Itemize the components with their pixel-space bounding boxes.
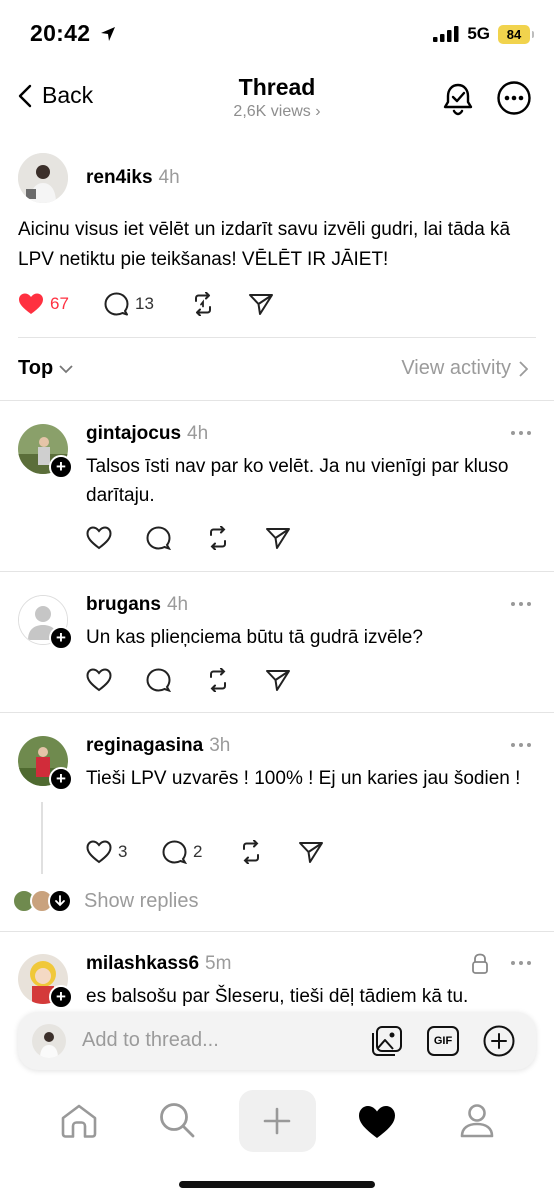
chevron-right-icon xyxy=(519,360,528,377)
reply-author[interactable]: milashkass6 5m xyxy=(86,953,231,975)
heart-icon xyxy=(86,840,112,864)
post-author[interactable]: ren4iks 4h xyxy=(86,167,180,189)
post-author-avatar[interactable] xyxy=(18,153,68,203)
chevron-down-icon xyxy=(59,364,73,373)
like-count: 67 xyxy=(50,294,69,313)
follow-plus-icon[interactable]: + xyxy=(49,767,73,791)
repost-icon[interactable] xyxy=(205,526,231,550)
comment-icon[interactable] xyxy=(146,668,171,692)
repost-icon[interactable] xyxy=(205,668,231,692)
add-circle-icon[interactable] xyxy=(482,1024,516,1058)
sort-dropdown[interactable]: Top xyxy=(18,357,73,380)
heart-filled-icon xyxy=(19,293,43,314)
show-replies-label: Show replies xyxy=(84,889,199,912)
like-button[interactable]: 67 xyxy=(18,292,104,316)
more-circle-icon xyxy=(497,81,531,115)
send-icon[interactable] xyxy=(265,668,291,692)
heart-icon[interactable] xyxy=(86,668,112,692)
home-icon[interactable] xyxy=(60,1103,98,1139)
comment-button[interactable]: 2 xyxy=(162,840,238,864)
repost-icon xyxy=(195,292,211,316)
post-text: Aicinu visus iet vēlēt un izdarīt savu i… xyxy=(18,219,511,270)
lock-icon xyxy=(472,953,488,974)
comment-count: 2 xyxy=(193,842,203,861)
divider xyxy=(18,337,536,338)
network-type: 5G xyxy=(467,24,490,43)
comment-count: 13 xyxy=(135,294,154,313)
reply-text: Talsos īsti nav par ko velēt. Ja nu vien… xyxy=(86,456,509,506)
reply-more-icon[interactable] xyxy=(511,742,531,748)
send-icon xyxy=(249,294,273,315)
heart-icon[interactable] xyxy=(86,526,112,550)
my-avatar xyxy=(32,1024,66,1058)
send-icon[interactable] xyxy=(265,526,291,550)
location-arrow-icon xyxy=(101,27,116,41)
divider xyxy=(0,400,554,401)
share-button[interactable] xyxy=(298,840,324,864)
comment-icon xyxy=(104,292,129,316)
post-time: 4h xyxy=(158,167,180,188)
reply-more-icon[interactable] xyxy=(511,960,531,966)
reply-author[interactable]: reginagasina 3h xyxy=(86,735,230,757)
thread-line xyxy=(41,802,43,874)
comment-button[interactable]: 13 xyxy=(104,292,190,316)
reply-text: Tieši LPV uzvarēs ! 100% ! Ej un karies … xyxy=(86,768,521,789)
home-indicator xyxy=(179,1181,375,1188)
reply-text: es balsošu par Šleseru, tieši dēļ tādiem… xyxy=(86,986,469,1007)
battery-icon: 84 xyxy=(498,24,534,44)
repost-button[interactable] xyxy=(190,292,248,316)
heart-activity-icon[interactable] xyxy=(357,1104,397,1140)
repost-button[interactable] xyxy=(238,840,298,864)
reply-more-icon[interactable] xyxy=(511,430,531,436)
reply-author[interactable]: gintajocus 4h xyxy=(86,423,208,445)
search-icon[interactable] xyxy=(158,1101,196,1139)
gif-button[interactable]: GIF xyxy=(427,1026,459,1056)
plus-icon xyxy=(263,1107,291,1135)
composer-input[interactable]: Add to thread... xyxy=(82,1029,219,1052)
reply-actions xyxy=(86,668,291,692)
send-icon xyxy=(299,842,323,863)
divider xyxy=(0,571,554,572)
comment-icon xyxy=(162,840,187,864)
follow-plus-icon[interactable]: + xyxy=(49,626,73,650)
arrow-down-icon xyxy=(48,889,72,913)
show-replies-button[interactable]: Show replies xyxy=(12,889,199,913)
divider xyxy=(0,931,554,932)
post-actions: 67 13 xyxy=(18,292,274,316)
bell-check-icon xyxy=(443,83,473,116)
comment-icon[interactable] xyxy=(146,526,171,550)
share-button[interactable] xyxy=(248,292,274,316)
more-options-button[interactable] xyxy=(496,80,532,116)
reply-text: Un kas plieņciema būtu tā gudrā izvēle? xyxy=(86,627,423,648)
signal-icon xyxy=(433,26,459,42)
status-indicators: 5G 84 xyxy=(433,24,534,44)
follow-plus-icon[interactable]: + xyxy=(49,985,73,1009)
view-activity-link[interactable]: View activity xyxy=(401,357,528,380)
reply-more-icon[interactable] xyxy=(511,601,531,607)
reply-actions: 3 2 xyxy=(86,840,324,864)
photo-icon[interactable] xyxy=(370,1024,404,1058)
like-button[interactable]: 3 xyxy=(86,840,162,864)
repost-icon xyxy=(243,840,259,864)
reply-actions xyxy=(86,526,291,550)
divider xyxy=(0,712,554,713)
profile-icon[interactable] xyxy=(458,1102,496,1140)
follow-plus-icon[interactable]: + xyxy=(49,455,73,479)
like-count: 3 xyxy=(118,842,128,861)
status-time: 20:42 xyxy=(30,20,117,47)
notify-bell-button[interactable] xyxy=(440,80,476,116)
reply-author[interactable]: brugans 4h xyxy=(86,594,188,616)
